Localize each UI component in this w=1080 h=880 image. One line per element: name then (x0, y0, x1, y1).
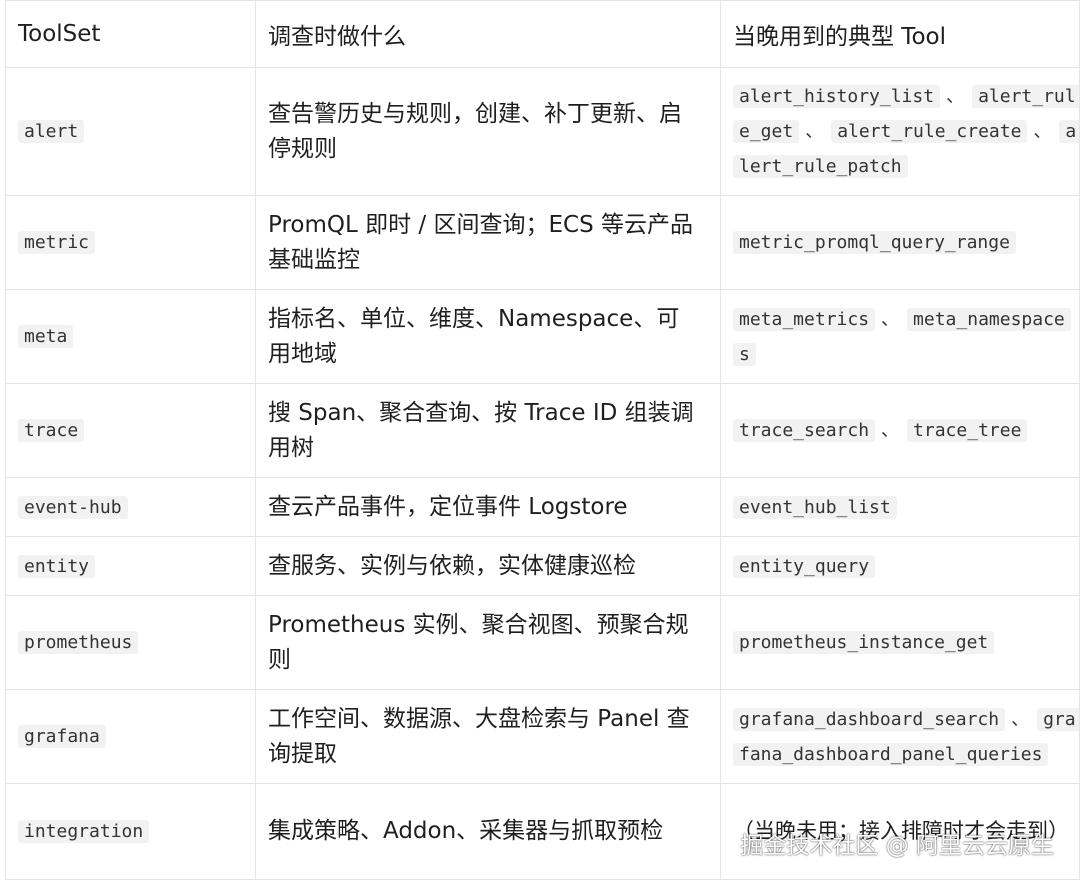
toolset-name: meta (18, 325, 74, 348)
tool-name: event_hub_list (733, 495, 897, 519)
toolset-cell: metric (5, 195, 256, 290)
header-purpose: 调查时做什么 (255, 0, 721, 68)
tool-separator: 、 (1033, 121, 1052, 142)
tools-cell: metric_promql_query_range (720, 195, 1080, 290)
tool-name: trace_tree (907, 419, 1028, 442)
table-row: prometheus Prometheus 实例、聚合视图、预聚合规则 promet… (5, 595, 1080, 690)
purpose-cell: 工作空间、数据源、大盘检索与 Panel 查询提取 (255, 689, 721, 784)
tool-separator: 、 (805, 121, 824, 142)
toolset-name: integration (18, 820, 150, 843)
table-row: alert 查告警历史与规则，创建、补丁更新、启停规则 alert_history_… (5, 67, 1080, 196)
tools-cell: prometheus_instance_get (720, 595, 1080, 690)
purpose-cell: 集成策略、Addon、采集器与抓取预检 (255, 783, 721, 880)
table-row: grafana 工作空间、数据源、大盘检索与 Panel 查询提取 grafana_… (5, 689, 1080, 784)
tools-cell: grafana_dashboard_search、 grafana_dashboa… (720, 689, 1080, 784)
purpose-cell: 查告警历史与规则，创建、补丁更新、启停规则 (255, 67, 721, 196)
tool-name: prometheus_instance_get (733, 631, 995, 654)
tool-name: trace_search (733, 419, 876, 442)
purpose-cell: 指标名、单位、维度、Namespace、可用地域 (255, 289, 721, 384)
table-row: entity 查服务、实例与依赖，实体健康巡检 entity_query (5, 536, 1080, 596)
purpose-cell: Prometheus 实例、聚合视图、预聚合规则 (255, 595, 721, 690)
tool-name: alert_rule_create (831, 120, 1028, 143)
table-row: metric PromQL 即时 / 区间查询；ECS 等云产品基础监控 metri… (5, 195, 1080, 290)
tools-cell: trace_search、 trace_tree (720, 383, 1080, 478)
tool-separator: 、 (881, 308, 900, 330)
toolset-cell: grafana (5, 689, 256, 784)
toolset-name: alert (18, 120, 85, 143)
toolset-name: event-hub (18, 495, 128, 519)
header-toolset: ToolSet (5, 0, 256, 68)
tools-cell: alert_history_list、 alert_rule_get、 alert_… (720, 67, 1080, 196)
toolset-cell: prometheus (5, 595, 256, 690)
toolset-name: prometheus (18, 631, 139, 654)
toolset-cell: entity (5, 536, 256, 596)
toolset-table: ToolSet 调查时做什么 当晚用到的典型 Tool alert 查告警历史与规… (5, 0, 1080, 880)
table-row: meta 指标名、单位、维度、Namespace、可用地域 meta_metrics… (5, 289, 1080, 384)
tools-cell: meta_metrics、 meta_namespaces (720, 289, 1080, 384)
toolset-name: metric (18, 231, 96, 254)
watermark: 掘金技术社区 @ 阿里云云原生 (740, 833, 1054, 859)
purpose-cell: 搜 Span、聚合查询、按 Trace ID 组装调用树 (255, 383, 721, 478)
toolset-cell: event-hub (5, 477, 256, 537)
table-body: alert 查告警历史与规则，创建、补丁更新、启停规则 alert_history_… (5, 67, 1080, 880)
tool-separator: 、 (881, 420, 900, 441)
table-header-row: ToolSet 调查时做什么 当晚用到的典型 Tool (5, 0, 1080, 68)
tool-separator: 、 (1011, 708, 1030, 730)
toolset-cell: integration (5, 783, 256, 880)
toolset-cell: meta (5, 289, 256, 384)
toolset-cell: trace (5, 383, 256, 478)
tool-separator: 、 (946, 86, 965, 107)
toolset-name: entity (18, 554, 96, 578)
purpose-cell: 查云产品事件，定位事件 Logstore (255, 477, 721, 537)
purpose-cell: PromQL 即时 / 区间查询；ECS 等云产品基础监控 (255, 195, 721, 290)
purpose-cell: 查服务、实例与依赖，实体健康巡检 (255, 536, 721, 596)
tool-name: meta_metrics (733, 307, 876, 331)
toolset-name: grafana (18, 725, 106, 748)
tool-name: entity_query (733, 554, 876, 578)
tool-name: metric_promql_query_range (733, 231, 1016, 254)
tool-name: grafana_dashboard_search (733, 707, 1006, 731)
tools-cell: entity_query (720, 536, 1080, 596)
tools-cell: event_hub_list (720, 477, 1080, 537)
toolset-name: trace (18, 419, 85, 442)
tool-name: alert_history_list (733, 85, 941, 108)
toolset-cell: alert (5, 67, 256, 196)
table-row: trace 搜 Span、聚合查询、按 Trace ID 组装调用树 trace_s… (5, 383, 1080, 478)
header-typical-tool: 当晚用到的典型 Tool (720, 0, 1080, 68)
table-row: event-hub 查云产品事件，定位事件 Logstore event_hub_l… (5, 477, 1080, 537)
